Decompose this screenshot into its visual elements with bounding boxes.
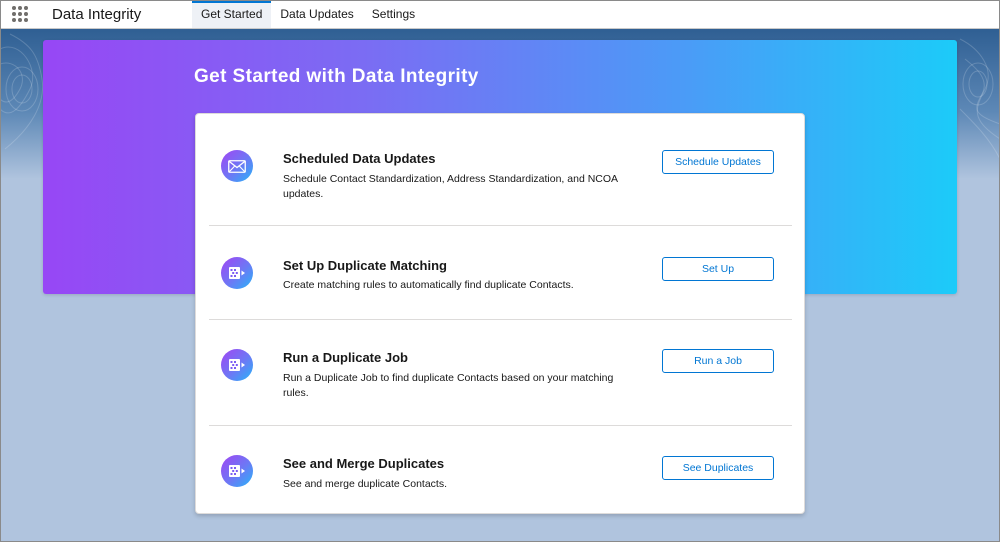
- section-title: See and Merge Duplicates: [283, 456, 445, 471]
- app-launcher-button[interactable]: [0, 0, 40, 28]
- set-up-button[interactable]: Set Up: [662, 257, 774, 281]
- page-title: Get Started with Data Integrity: [194, 66, 479, 87]
- tab-get-started[interactable]: Get Started: [192, 0, 272, 28]
- top-nav-bar: Data Integrity Get Started Data Updates …: [0, 0, 1000, 29]
- tab-label: Get Started: [201, 7, 263, 21]
- section-description: Run a Duplicate Job to find duplicate Co…: [283, 372, 614, 399]
- duplicate-record-icon: [221, 349, 253, 381]
- duplicate-record-icon: [221, 257, 253, 289]
- section-title: Scheduled Data Updates: [283, 151, 436, 166]
- list-item-duplicate-matching: Set Up Duplicate Matching Create matchin…: [209, 226, 792, 319]
- envelope-icon: [221, 150, 253, 182]
- section-description: See and merge duplicate Contacts.: [283, 478, 448, 490]
- run-a-job-button[interactable]: Run a Job: [662, 349, 774, 373]
- list-item-scheduled-updates: Scheduled Data Updates Schedule Contact …: [209, 114, 792, 225]
- app-name: Data Integrity: [52, 5, 142, 23]
- list-item-run-duplicate-job: Run a Duplicate Job Run a Duplicate Job …: [209, 320, 792, 425]
- tab-data-updates[interactable]: Data Updates: [271, 0, 362, 28]
- list-item-see-merge-duplicates: See and Merge Duplicates See and merge d…: [209, 426, 792, 514]
- getting-started-card: Scheduled Data Updates Schedule Contact …: [195, 113, 805, 514]
- see-duplicates-button[interactable]: See Duplicates: [662, 456, 774, 480]
- section-title: Run a Duplicate Job: [283, 350, 408, 365]
- section-description: Schedule Contact Standardization, Addres…: [283, 173, 618, 200]
- section-description: Create matching rules to automatically f…: [283, 279, 574, 291]
- tab-label: Settings: [371, 7, 416, 21]
- tab-label: Data Updates: [280, 7, 354, 21]
- duplicate-record-icon: [221, 455, 253, 487]
- tab-settings[interactable]: Settings: [363, 0, 424, 28]
- schedule-updates-button[interactable]: Schedule Updates: [662, 150, 774, 174]
- section-title: Set Up Duplicate Matching: [283, 258, 447, 273]
- app-launcher-icon: [12, 6, 28, 22]
